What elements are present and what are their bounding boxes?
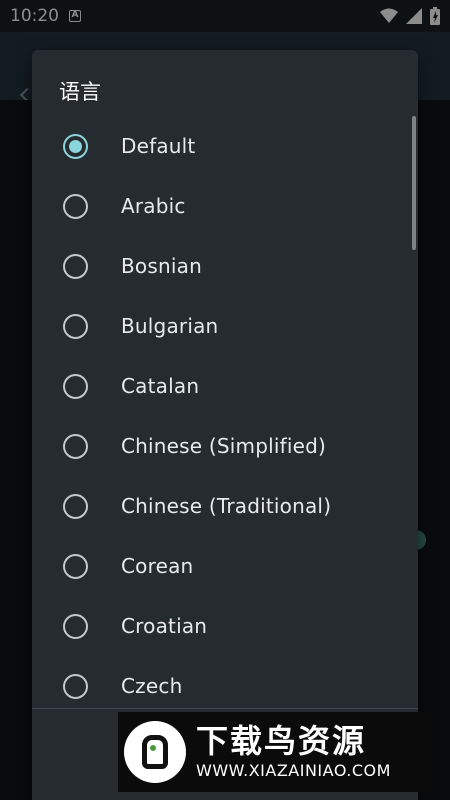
language-option-label: Corean	[121, 554, 194, 578]
dialog-divider	[32, 708, 418, 709]
watermark-text: 下载鸟资源 WWW.XIAZAINIAO.COM	[196, 722, 391, 782]
radio-unchecked-icon[interactable]	[63, 253, 88, 279]
language-option-label: Catalan	[121, 374, 200, 398]
language-option-label: Bulgarian	[121, 314, 219, 338]
language-option-label: Croatian	[121, 614, 208, 638]
language-option[interactable]: Bosnian	[32, 236, 418, 296]
radio-unchecked-icon[interactable]	[63, 493, 88, 519]
language-option[interactable]: Corean	[32, 536, 418, 596]
radio-unchecked-icon[interactable]	[63, 193, 88, 219]
language-option-label: Bosnian	[121, 254, 202, 278]
language-option-label: Czech	[121, 674, 183, 698]
radio-unchecked-icon[interactable]	[63, 433, 88, 459]
language-option[interactable]: Chinese (Simplified)	[32, 416, 418, 476]
radio-unchecked-icon[interactable]	[63, 673, 88, 699]
radio-unchecked-icon[interactable]	[63, 553, 88, 579]
language-option[interactable]: Czech	[32, 656, 418, 716]
language-option-label: Default	[121, 134, 196, 158]
language-option[interactable]: Bulgarian	[32, 296, 418, 356]
language-option[interactable]: Chinese (Traditional)	[32, 476, 418, 536]
language-option[interactable]: Croatian	[32, 596, 418, 656]
language-option[interactable]: Catalan	[32, 356, 418, 416]
language-option[interactable]: Default	[32, 116, 418, 176]
watermark-logo-icon	[124, 721, 186, 783]
language-option-list: Default Arabic Bosnian Bulgarian Catalan…	[32, 116, 418, 716]
bird-icon	[142, 735, 168, 769]
dialog-title: 语言	[59, 80, 101, 104]
language-option-label: Chinese (Traditional)	[121, 494, 332, 518]
language-option[interactable]: Arabic	[32, 176, 418, 236]
watermark-url: WWW.XIAZAINIAO.COM	[196, 761, 391, 780]
language-dialog: 语言 Default Arabic Bosnian Bulgarian Cata…	[32, 50, 418, 800]
radio-unchecked-icon[interactable]	[63, 373, 88, 399]
radio-unchecked-icon[interactable]	[63, 613, 88, 639]
radio-checked-icon[interactable]	[63, 133, 88, 159]
radio-unchecked-icon[interactable]	[63, 313, 88, 339]
watermark-banner: 下载鸟资源 WWW.XIAZAINIAO.COM	[118, 712, 432, 792]
language-option-label: Arabic	[121, 194, 186, 218]
language-option-label: Chinese (Simplified)	[121, 434, 327, 458]
watermark-title: 下载鸟资源	[196, 722, 367, 760]
dialog-scrollbar[interactable]	[412, 116, 416, 250]
